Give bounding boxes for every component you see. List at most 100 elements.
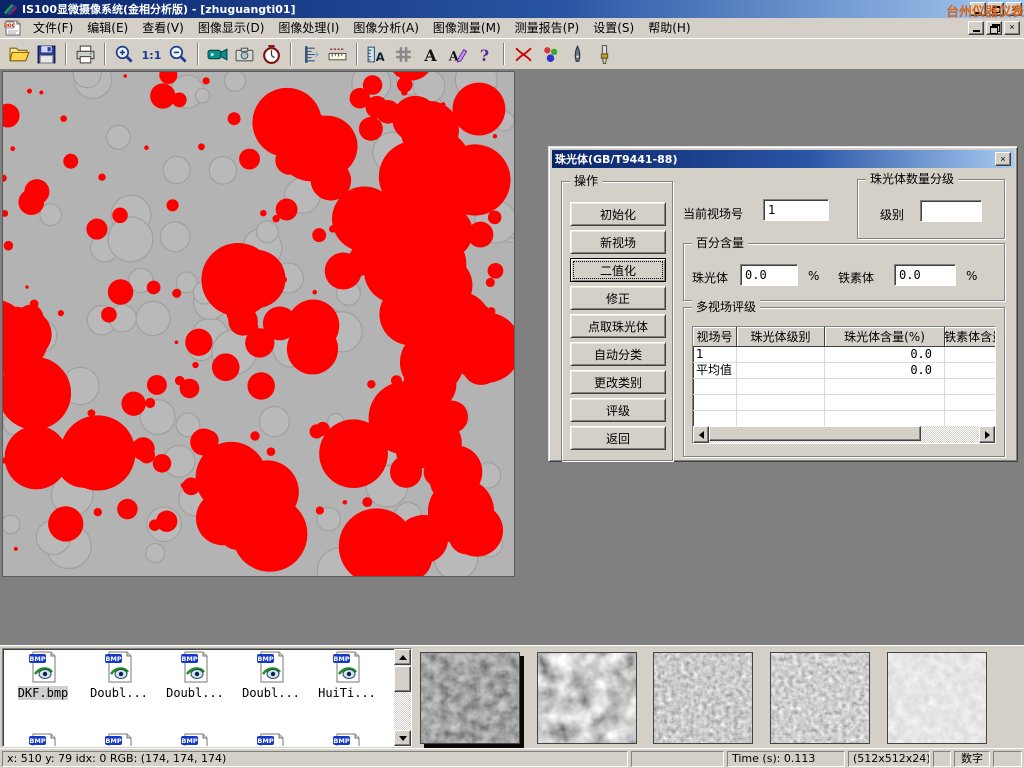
file-item[interactable]: BMPHuiTi... <box>309 651 385 700</box>
arrow-right-icon <box>985 431 990 439</box>
scroll-right-button[interactable] <box>979 426 995 443</box>
file-item-partial[interactable]: BMP <box>81 733 157 747</box>
file-item-partial[interactable]: BMP <box>233 733 309 747</box>
table-cell <box>945 363 996 379</box>
toolbar-separator <box>65 43 67 65</box>
menu-view[interactable]: 查看(V) <box>135 19 191 37</box>
sample-thumbnail-4[interactable] <box>770 652 870 744</box>
save-icon <box>36 44 57 65</box>
zoom-1-1-button[interactable]: 1:1 <box>138 41 165 67</box>
table-row-empty[interactable] <box>693 379 995 395</box>
file-item-partial[interactable]: BMP <box>5 733 81 747</box>
sample-thumbnail-3[interactable] <box>653 652 753 744</box>
measure-scale-button[interactable]: A <box>363 41 390 67</box>
file-item-partial[interactable]: BMP <box>157 733 233 747</box>
return-button[interactable]: 返回 <box>570 426 666 450</box>
curve-tool-icon <box>513 44 534 65</box>
snapshot-camera-button[interactable] <box>231 41 258 67</box>
zoom-in-button[interactable] <box>111 41 138 67</box>
table-row-empty[interactable] <box>693 395 995 411</box>
save-button[interactable] <box>33 41 60 67</box>
child-restore-button[interactable] <box>986 21 1002 35</box>
menu-image-analysis[interactable]: 图像分析(A) <box>346 19 426 37</box>
scrollbar-thumb[interactable] <box>394 666 411 692</box>
sample-thumbnail-5[interactable] <box>887 652 987 744</box>
menu-settings[interactable]: 设置(S) <box>586 19 641 37</box>
file-item-partial[interactable]: BMP <box>309 733 385 747</box>
caliper-button[interactable] <box>297 41 324 67</box>
ferrite-percent-input[interactable] <box>894 264 956 286</box>
menu-image-process[interactable]: 图像处理(I) <box>271 19 346 37</box>
table-row[interactable]: 平均值0.0 <box>693 363 995 379</box>
pearlite-percent-input[interactable] <box>740 264 798 286</box>
open-file-button[interactable] <box>6 41 33 67</box>
initialize-button[interactable]: 初始化 <box>570 202 666 226</box>
level-input[interactable] <box>920 200 982 222</box>
minimize-button[interactable] <box>970 2 986 16</box>
menu-file[interactable]: 文件(F) <box>26 19 80 37</box>
count-points-button[interactable] <box>537 41 564 67</box>
pen-tool-button[interactable] <box>564 41 591 67</box>
menu-image-display[interactable]: 图像显示(D) <box>191 19 272 37</box>
status-pane-empty <box>631 751 724 767</box>
column-header[interactable]: 视场号 <box>693 327 737 347</box>
binarize-button[interactable]: 二值化 <box>570 258 666 282</box>
column-header[interactable]: 铁素体含量(%) <box>945 327 996 347</box>
table-row-empty[interactable] <box>693 411 995 427</box>
menu-help[interactable]: 帮助(H) <box>641 19 697 37</box>
grid-tool-button[interactable] <box>390 41 417 67</box>
column-header[interactable]: 珠光体含量(%) <box>825 327 945 347</box>
menu-image-measure[interactable]: 图像测量(M) <box>426 19 508 37</box>
percent-group: 百分含量 珠光体 % 铁素体 % <box>683 243 1005 301</box>
help-button[interactable]: ? <box>471 41 498 67</box>
annotate-button[interactable]: A <box>444 41 471 67</box>
table-cell <box>825 395 945 411</box>
ferrite-percent-unit: % <box>966 269 977 283</box>
current-field-input[interactable] <box>763 199 829 221</box>
micrograph-image[interactable] <box>2 71 515 577</box>
ruler-button[interactable] <box>324 41 351 67</box>
table-horizontal-scrollbar[interactable] <box>693 426 995 443</box>
video-camera-button[interactable] <box>204 41 231 67</box>
pick-pearlite-button[interactable]: 点取珠光体 <box>570 314 666 338</box>
toolbar: 1:1AAA? <box>0 38 1024 70</box>
zoom-out-button[interactable] <box>165 41 192 67</box>
dialog-title-bar[interactable]: 珠光体(GB/T9441-88) × <box>552 150 1014 168</box>
auto-classify-button[interactable]: 自动分类 <box>570 342 666 366</box>
scrollbar-thumb[interactable] <box>709 426 921 441</box>
file-item[interactable]: BMPDoubl... <box>233 651 309 700</box>
sample-thumbnail-2[interactable] <box>537 652 637 744</box>
correct-button[interactable]: 修正 <box>570 286 666 310</box>
timer-clock-button[interactable] <box>258 41 285 67</box>
sample-thumbnail-1[interactable] <box>420 652 520 744</box>
child-close-button[interactable]: × <box>1004 21 1020 35</box>
menu-measure-report[interactable]: 测量报告(P) <box>508 19 587 37</box>
close-button[interactable]: × <box>1006 2 1022 16</box>
brush-tool-button[interactable] <box>591 41 618 67</box>
grade-button[interactable]: 评级 <box>570 398 666 422</box>
scrollbar-track[interactable] <box>709 426 979 443</box>
table-row[interactable]: 10.0 <box>693 347 995 363</box>
file-name: DKF.bmp <box>18 686 69 700</box>
curve-tool-button[interactable] <box>510 41 537 67</box>
new-field-button[interactable]: 新视场 <box>570 230 666 254</box>
table-cell <box>693 379 737 395</box>
scroll-left-button[interactable] <box>693 426 709 443</box>
title-bar: IS100显微摄像系统(金相分析版) - [zhuguangti01] × <box>0 0 1024 18</box>
scroll-up-button[interactable] <box>394 649 411 665</box>
file-list-scrollbar[interactable] <box>394 649 411 746</box>
print-button[interactable] <box>72 41 99 67</box>
change-class-button[interactable]: 更改类别 <box>570 370 666 394</box>
text-label-icon: A <box>420 44 441 65</box>
maximize-button[interactable] <box>988 2 1004 16</box>
file-item[interactable]: BMPDKF.bmp <box>5 651 81 700</box>
text-label-button[interactable]: A <box>417 41 444 67</box>
close-icon: × <box>1000 155 1005 164</box>
dialog-close-button[interactable]: × <box>995 152 1011 166</box>
file-item[interactable]: BMPDoubl... <box>81 651 157 700</box>
scroll-down-button[interactable] <box>394 730 411 746</box>
column-header[interactable]: 珠光体级别 <box>737 327 825 347</box>
file-item[interactable]: BMPDoubl... <box>157 651 233 700</box>
menu-edit[interactable]: 编辑(E) <box>80 19 135 37</box>
child-minimize-button[interactable] <box>968 21 984 35</box>
